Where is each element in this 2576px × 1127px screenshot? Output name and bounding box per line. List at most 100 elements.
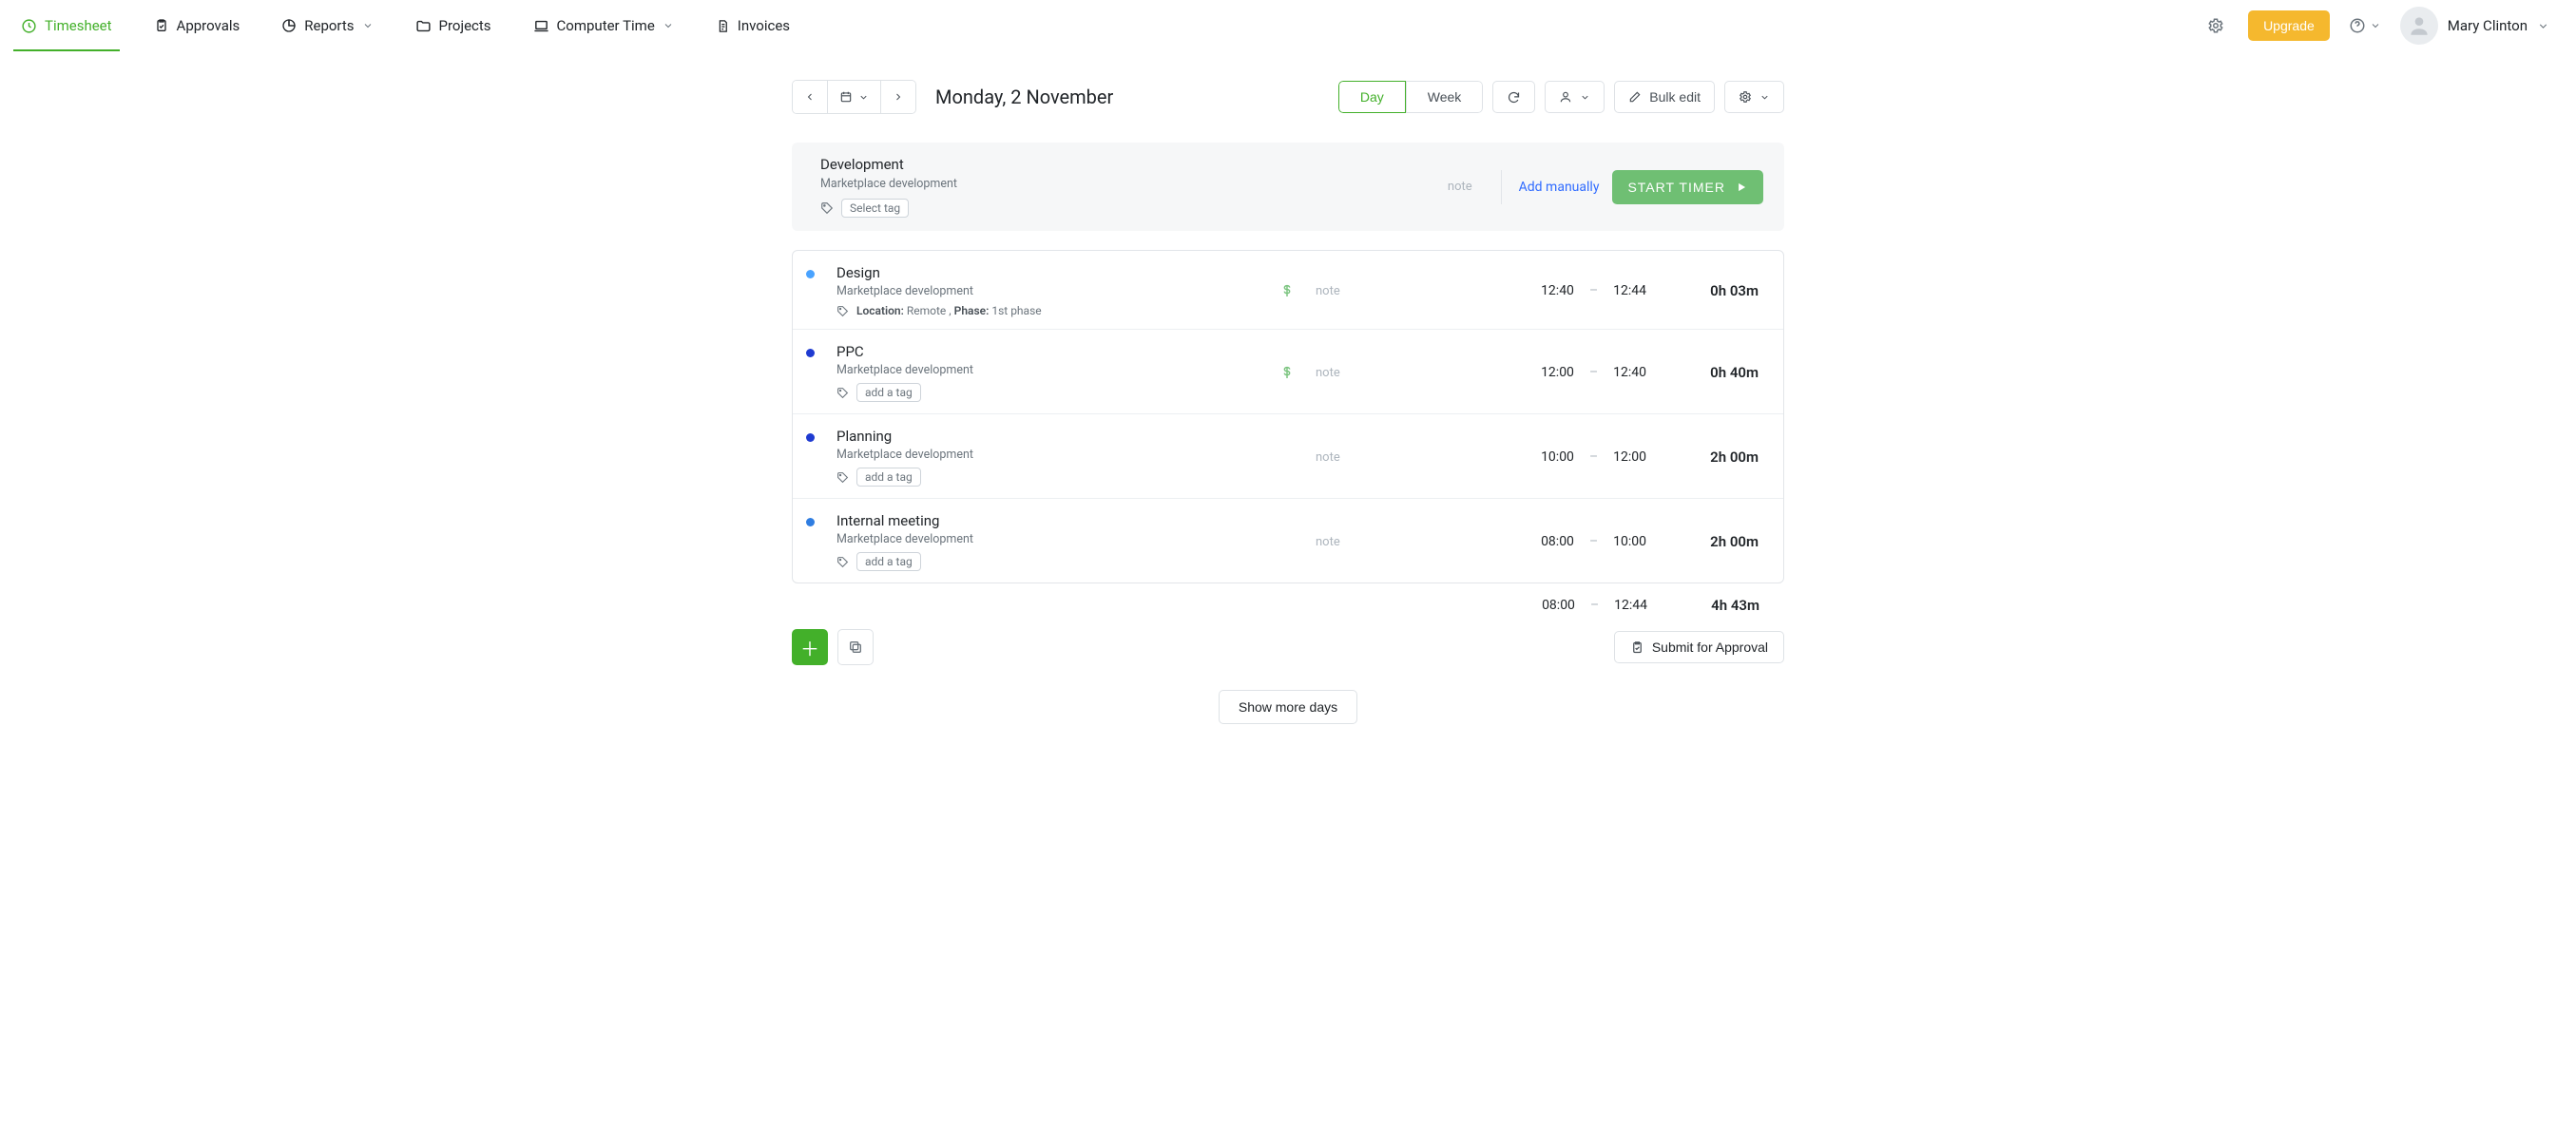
user-name: Mary Clinton (2448, 17, 2528, 34)
entry-note-input[interactable]: note (1316, 284, 1430, 298)
tag-icon (836, 387, 849, 399)
add-tag-chip[interactable]: add a tag (856, 383, 921, 402)
nav-item-invoices[interactable]: Invoices (695, 0, 811, 51)
chevron-down-icon (1580, 92, 1590, 103)
gear-icon (2207, 17, 2224, 34)
settings-button[interactable] (2202, 12, 2229, 39)
add-tag-chip[interactable]: add a tag (856, 552, 921, 571)
entry-main: PPC Marketplace development add a tag (836, 343, 1272, 402)
entry-row[interactable]: PPC Marketplace development add a tag no… (793, 330, 1783, 414)
totals-row: 08:00 – 12:44 4h 43m (792, 583, 1784, 620)
add-entry-button[interactable]: ＋ (792, 629, 828, 665)
user-icon (1559, 90, 1572, 104)
composer-project-label: Marketplace development (820, 177, 957, 191)
clipboard-check-icon (1630, 640, 1644, 655)
add-manually-link[interactable]: Add manually (1519, 180, 1600, 195)
billable-toggle[interactable] (1279, 283, 1308, 298)
nav-label: Reports (304, 17, 354, 34)
show-more-button[interactable]: Show more days (1219, 690, 1357, 724)
start-timer-button[interactable]: START TIMER (1612, 170, 1763, 204)
entry-title[interactable]: Internal meeting (836, 512, 1272, 529)
copy-icon (848, 640, 863, 655)
entry-row[interactable]: Design Marketplace development Location:… (793, 251, 1783, 330)
entry-duration[interactable]: 2h 00m (1654, 533, 1759, 550)
entry-project: Marketplace development (836, 284, 1272, 298)
view-day-button[interactable]: Day (1338, 81, 1406, 113)
entry-start: 12:40 (1541, 283, 1574, 298)
billable-toggle[interactable] (1279, 365, 1308, 380)
upgrade-button[interactable]: Upgrade (2248, 10, 2330, 41)
entries-list: Design Marketplace development Location:… (792, 250, 1784, 583)
entry-duration[interactable]: 0h 40m (1654, 364, 1759, 381)
entry-duration[interactable]: 0h 03m (1654, 282, 1759, 299)
entry-note-input[interactable]: note (1316, 366, 1430, 380)
dash-separator: – (1590, 598, 1599, 613)
project-color-dot (806, 270, 815, 278)
date-toolbar: Monday, 2 November Day Week Bulk edit (792, 80, 1784, 114)
file-invoice-icon (716, 19, 730, 33)
entry-tags: add a tag (836, 552, 1272, 571)
entry-main: Planning Marketplace development add a t… (836, 428, 1272, 487)
entry-title[interactable]: PPC (836, 343, 1272, 360)
nav-item-reports[interactable]: Reports (260, 0, 394, 51)
composer-left: Development Marketplace development Sele… (820, 156, 957, 218)
clock-icon (21, 18, 37, 34)
entry-note-input[interactable]: note (1316, 535, 1430, 549)
submit-approval-button[interactable]: Submit for Approval (1614, 631, 1784, 663)
nav-item-timesheet[interactable]: Timesheet (0, 0, 133, 51)
clipboard-check-icon (154, 18, 169, 33)
composer-actions: Add manually START TIMER (1501, 170, 1763, 204)
calendar-icon (839, 90, 853, 104)
entry-row[interactable]: Internal meeting Marketplace development… (793, 499, 1783, 583)
entry-note-input[interactable]: note (1316, 450, 1430, 465)
plus-icon: ＋ (800, 634, 819, 661)
composer-tag-row: Select tag (820, 199, 957, 218)
tag-icon (836, 556, 849, 568)
nav-item-approvals[interactable]: Approvals (133, 0, 261, 51)
people-filter-button[interactable] (1545, 81, 1605, 113)
add-tag-chip[interactable]: add a tag (856, 468, 921, 487)
entry-tags-text[interactable]: Location: Remote , Phase: 1st phase (856, 304, 1042, 317)
help-button[interactable] (2349, 17, 2381, 34)
composer-note-input[interactable]: note (1448, 180, 1472, 194)
select-tag-chip[interactable]: Select tag (841, 199, 909, 218)
entry-title[interactable]: Planning (836, 428, 1272, 445)
entry-duration[interactable]: 2h 00m (1654, 449, 1759, 466)
entry-tags: add a tag (836, 383, 1272, 402)
nav-label: Approvals (177, 17, 240, 34)
bulk-edit-button[interactable]: Bulk edit (1614, 81, 1715, 113)
entry-title[interactable]: Design (836, 264, 1272, 281)
chevron-down-icon (2370, 20, 2381, 31)
refresh-button[interactable] (1492, 81, 1535, 113)
folder-icon (415, 18, 432, 34)
view-week-button[interactable]: Week (1406, 81, 1484, 113)
entry-time[interactable]: 12:40 – 12:44 (1437, 283, 1646, 298)
entry-time[interactable]: 12:00 – 12:40 (1437, 365, 1646, 380)
avatar (2400, 7, 2438, 45)
entry-end: 12:00 (1613, 449, 1646, 465)
project-color-dot (806, 518, 815, 526)
chevron-down-icon (663, 20, 674, 31)
composer-task-select[interactable]: Development (820, 156, 957, 173)
dash-separator: – (1589, 449, 1598, 465)
calendar-picker-button[interactable] (828, 81, 881, 113)
user-menu[interactable]: Mary Clinton (2400, 7, 2557, 45)
tag-icon (820, 201, 834, 215)
nav-item-computer-time[interactable]: Computer Time (512, 0, 695, 51)
bottom-controls: ＋ Submit for Approval (792, 629, 1784, 665)
gear-icon (1739, 90, 1752, 104)
entry-row[interactable]: Planning Marketplace development add a t… (793, 414, 1783, 499)
entry-time[interactable]: 08:00 – 10:00 (1437, 534, 1646, 549)
nav-item-projects[interactable]: Projects (394, 0, 512, 51)
more-settings-button[interactable] (1724, 81, 1784, 113)
tag-icon (836, 471, 849, 484)
entry-composer: Development Marketplace development Sele… (792, 143, 1784, 231)
entry-main: Internal meeting Marketplace development… (836, 512, 1272, 571)
copy-day-button[interactable] (837, 629, 874, 665)
prev-day-button[interactable] (793, 81, 828, 113)
chevron-down-icon (1759, 92, 1770, 103)
chevron-down-icon (362, 20, 374, 31)
next-day-button[interactable] (881, 81, 915, 113)
entry-time[interactable]: 10:00 – 12:00 (1437, 449, 1646, 465)
current-date-title: Monday, 2 November (935, 86, 1113, 108)
